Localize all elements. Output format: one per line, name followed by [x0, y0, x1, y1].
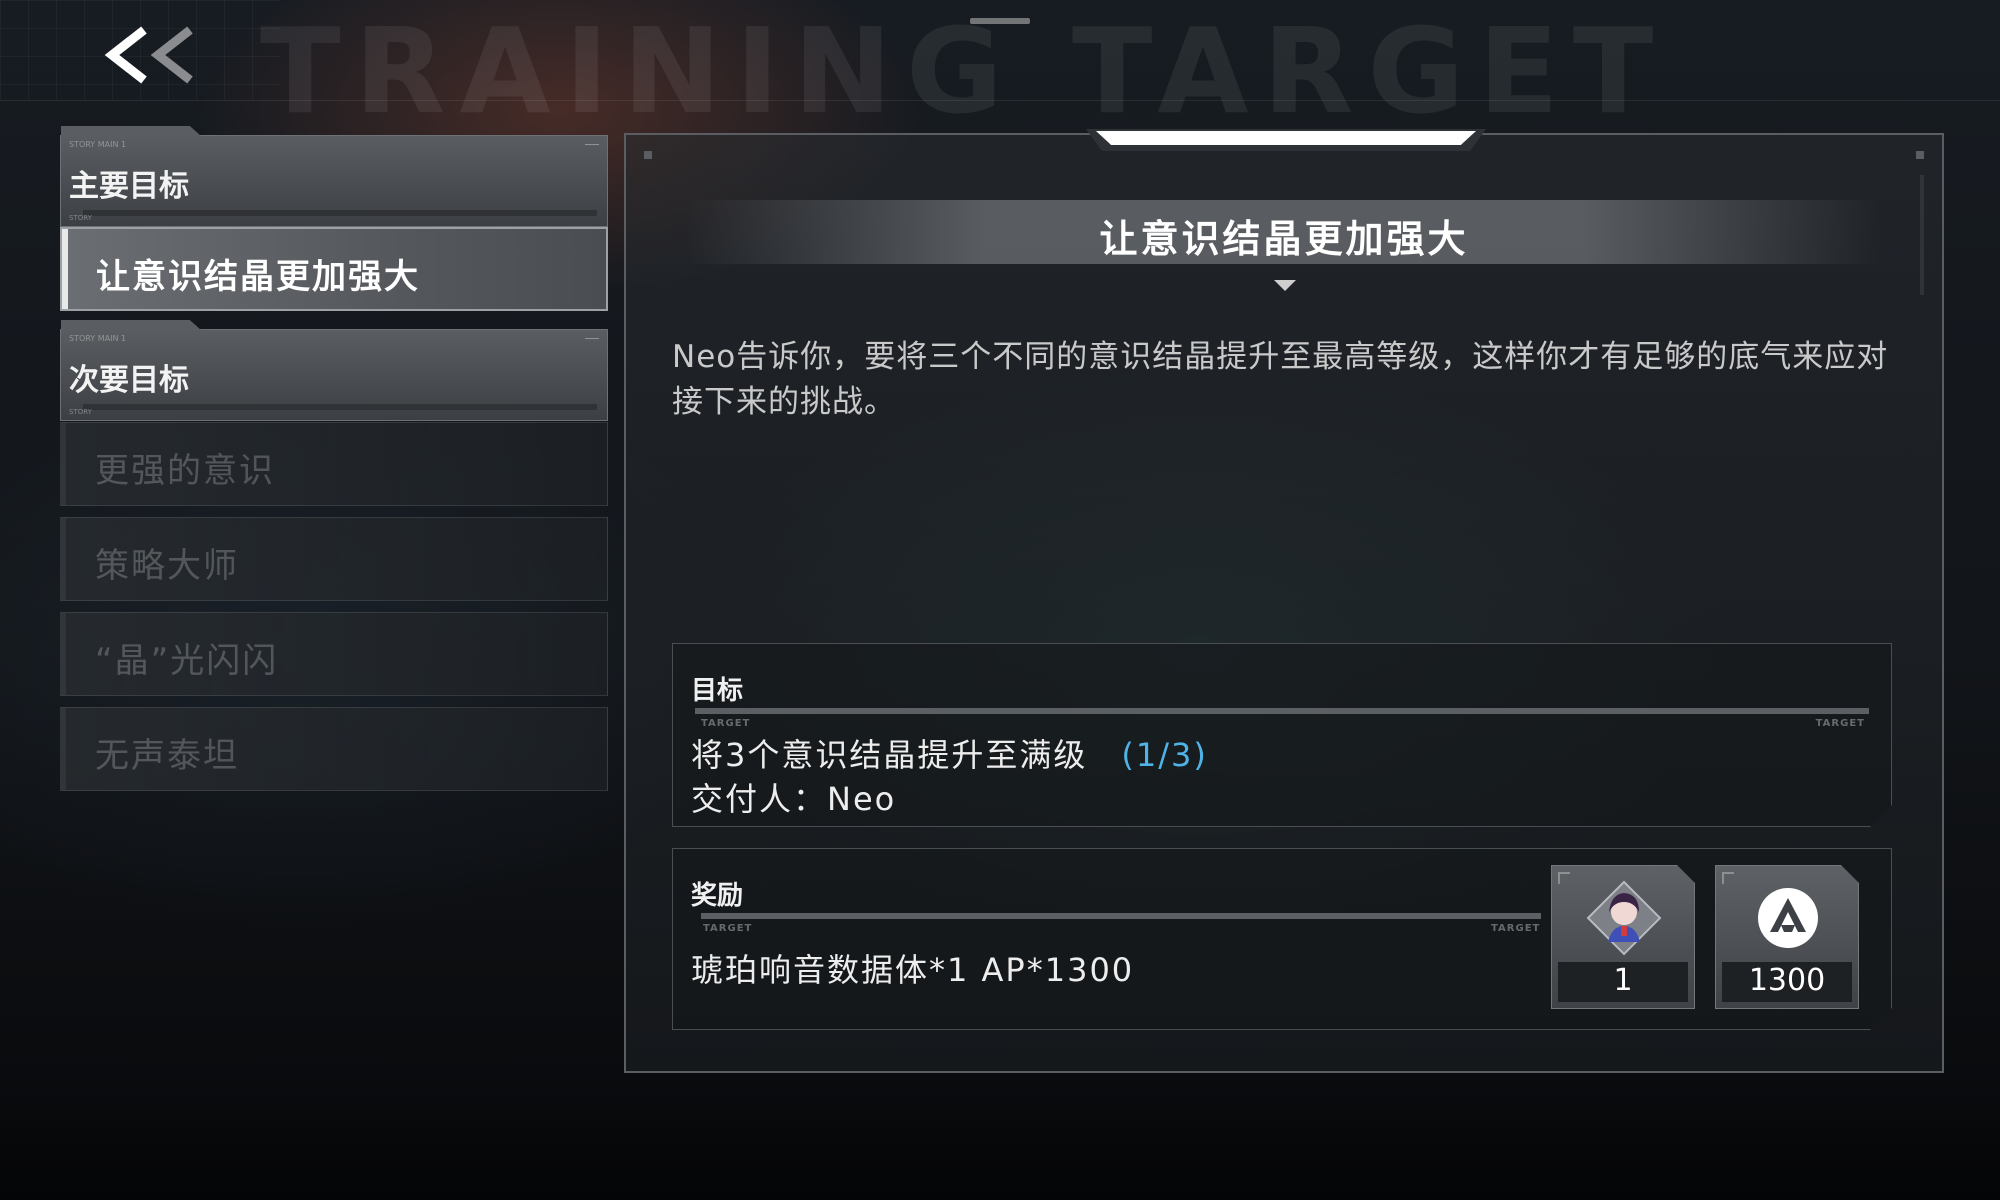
item-edge: [61, 518, 66, 600]
quest-item-label: 无声泰坦: [95, 736, 239, 776]
section-title: 次要目标: [69, 363, 189, 398]
quest-title: 让意识结晶更加强大: [1099, 217, 1469, 261]
corner-dot: [644, 151, 652, 159]
header-line: [585, 338, 599, 339]
ap-logo-icon: [1748, 878, 1828, 958]
header-micro-text: STORY: [69, 214, 92, 222]
quest-item-label: “晶”光闪闪: [95, 641, 279, 681]
objective-tag: TARGET: [1815, 718, 1865, 729]
giver-name: Neo: [827, 780, 897, 818]
top-indicator: [970, 18, 1030, 24]
reward-item-card[interactable]: 1: [1551, 865, 1695, 1009]
item-edge: [61, 423, 66, 505]
objective-text: 将3个意识结晶提升至满级: [691, 736, 1088, 774]
reward-qty: 1: [1613, 963, 1633, 998]
reward-tag: TARGET: [1491, 923, 1541, 934]
quest-item[interactable]: 无声泰坦: [60, 707, 608, 791]
quest-item-label: 策略大师: [95, 546, 239, 586]
objective-box: 目标 TARGET TARGET 将3个意识结晶提升至满级 (1/3) 交付人：N…: [672, 643, 1892, 827]
giver-label: 交付人：: [691, 780, 828, 818]
quest-item[interactable]: 更强的意识: [60, 422, 608, 506]
header-bar: [83, 210, 597, 216]
top-bar: TRAINING TARGET: [0, 0, 2000, 130]
giver-line: 交付人：Neo: [691, 774, 896, 820]
reward-bar: [701, 913, 1541, 919]
quest-item[interactable]: “晶”光闪闪: [60, 612, 608, 696]
back-button[interactable]: [100, 22, 210, 88]
background-title: TRAINING TARGET: [260, 2, 1668, 140]
quest-item-label: 让意识结晶更加强大: [96, 257, 420, 297]
header-micro-text: STORY MAIN 1: [69, 140, 127, 149]
quest-detail-panel: 让意识结晶更加强大 Neo告诉你，要将三个不同的意识结晶提升至最高等级，这样你才…: [624, 129, 1944, 1073]
card-corner: [1722, 872, 1734, 884]
item-edge: [61, 708, 66, 790]
quest-description: Neo告诉你，要将三个不同的意识结晶提升至最高等级，这样你才有足够的底气来应对接…: [672, 339, 1889, 420]
section-header-main: STORY MAIN 1 主要目标 STORY: [60, 126, 608, 227]
objective-heading: 目标: [691, 676, 744, 706]
quest-item-selected[interactable]: 让意识结晶更加强大: [60, 227, 608, 311]
quest-item-label: 更强的意识: [95, 451, 275, 491]
header-micro-text: STORY: [69, 408, 92, 416]
objective-progress: (1/3): [1121, 736, 1208, 774]
double-chevron-left-icon: [104, 26, 193, 84]
reward-qty: 1300: [1748, 963, 1826, 998]
objective-tag: TARGET: [701, 718, 751, 729]
item-edge: [61, 613, 66, 695]
panel-top-highlight: [1096, 131, 1476, 145]
objective-line: 将3个意识结晶提升至满级 (1/3): [691, 730, 1208, 776]
bottom-fade: [0, 1110, 2000, 1200]
header-micro-text: STORY MAIN 1: [69, 334, 127, 343]
reward-item-card[interactable]: 1300: [1715, 865, 1859, 1009]
reward-text: 琥珀响音数据体*1 AP*1300: [691, 951, 1135, 989]
caret-down-icon: [1274, 280, 1296, 291]
quest-item[interactable]: 策略大师: [60, 517, 608, 601]
section-title: 主要目标: [69, 169, 189, 204]
header-tab: [61, 320, 201, 330]
reward-tag: TARGET: [703, 923, 753, 934]
header-line: [585, 144, 599, 145]
objective-bar: [695, 708, 1869, 714]
character-portrait-icon: [1584, 878, 1664, 958]
header-tab: [61, 126, 201, 136]
selection-edge: [62, 229, 68, 309]
section-header-secondary: STORY MAIN 1 次要目标 STORY: [60, 320, 608, 421]
reward-heading: 奖励: [691, 881, 744, 911]
divider: [0, 100, 2000, 101]
reward-box: 奖励 TARGET TARGET 琥珀响音数据体*1 AP*1300 1 130…: [672, 848, 1892, 1030]
header-bar: [83, 404, 597, 410]
card-corner: [1558, 872, 1570, 884]
corner-dot: [1916, 151, 1924, 159]
